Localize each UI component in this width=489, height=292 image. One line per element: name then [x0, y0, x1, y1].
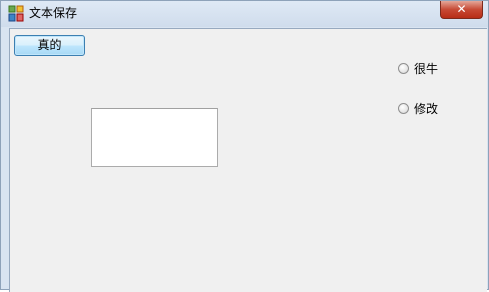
window-title: 文本保存 [29, 6, 78, 20]
title-bar[interactable]: 文本保存 ✕ [1, 1, 488, 27]
true-button[interactable]: 真的 [14, 35, 85, 56]
client-area: 真的 很牛 修改 [9, 28, 487, 292]
radio-circle-icon[interactable] [398, 103, 409, 114]
app-window: 文本保存 ✕ 真的 很牛 修改 [0, 0, 489, 292]
close-button[interactable]: ✕ [440, 1, 483, 19]
text-input[interactable] [91, 108, 218, 167]
app-icon [8, 5, 24, 22]
close-icon: ✕ [456, 2, 467, 16]
radio-label-2: 修改 [414, 102, 439, 116]
radio-circle-icon[interactable] [398, 63, 409, 74]
radio-label-1: 很牛 [414, 62, 439, 76]
